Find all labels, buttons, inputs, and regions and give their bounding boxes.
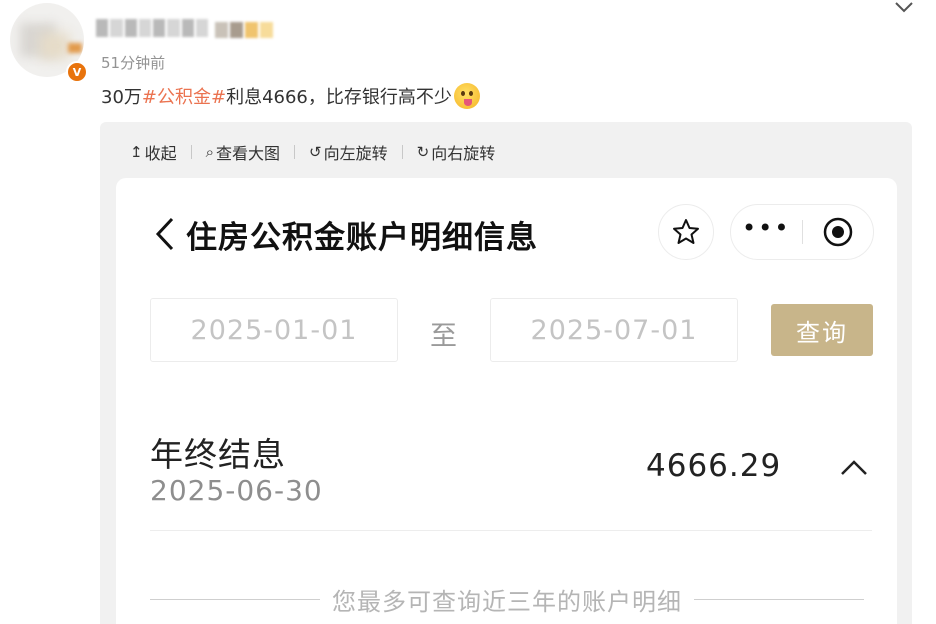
close-target-icon xyxy=(803,217,874,247)
rotate-left-button[interactable]: ↺ 向左旋转 xyxy=(309,140,388,164)
view-large-button[interactable]: ⌕ 查看大图 xyxy=(206,140,280,164)
view-large-label: 查看大图 xyxy=(216,144,281,163)
notice-text: 您最多可查询近三年的账户明细 xyxy=(332,588,682,616)
collapse-button[interactable]: ↥ 收起 xyxy=(130,140,177,164)
chevron-up-icon xyxy=(841,460,867,475)
record-date: 2025-06-30 xyxy=(150,474,323,507)
post-text-suffix: 利息4666，比存银行高不少 xyxy=(226,87,452,108)
start-date-field: 2025-01-01 xyxy=(150,298,398,362)
rotate-right-button[interactable]: ↻ 向右旋转 xyxy=(417,140,496,164)
post-content: 30万 #公积金# 利息4666，比存银行高不少 xyxy=(101,83,480,109)
image-viewer: ↥ 收起 ⌕ 查看大图 ↺ 向左旋转 ↻ 向右旋转 住房公积金账户明细信息 ••… xyxy=(100,122,912,624)
end-date-field: 2025-07-01 xyxy=(490,298,738,362)
notice-line-right xyxy=(694,599,864,600)
verified-badge-icon: V xyxy=(66,61,88,83)
author-tag-blurred xyxy=(215,22,273,38)
rotate-left-icon: ↺ xyxy=(309,143,322,161)
screenshot-image[interactable]: 住房公积金账户明细信息 ••• 2025-01-01 至 2025-07-01 … xyxy=(116,178,897,624)
miniapp-capsule: ••• xyxy=(730,204,874,260)
back-arrow-icon xyxy=(155,217,174,251)
toolbar-divider xyxy=(401,145,403,159)
record-title: 年终结息 xyxy=(150,435,286,474)
rotate-right-icon: ↻ xyxy=(416,143,430,161)
post-timestamp[interactable]: 51分钟前 xyxy=(101,52,165,73)
notice-line-left xyxy=(150,599,320,600)
viewer-toolbar: ↥ 收起 ⌕ 查看大图 ↺ 向左旋转 ↻ 向右旋转 xyxy=(130,140,495,164)
tongue-out-face-emoji-icon xyxy=(453,83,480,109)
rotate-right-label: 向右旋转 xyxy=(431,144,496,163)
more-dots-icon: ••• xyxy=(742,214,791,242)
toolbar-divider xyxy=(294,145,296,159)
query-limit-notice: 您最多可查询近三年的账户明细 xyxy=(150,582,864,617)
row-divider xyxy=(150,530,872,531)
favorite-button xyxy=(658,204,714,260)
post-text-prefix: 30万 xyxy=(101,87,142,108)
hashtag-link[interactable]: #公积金# xyxy=(142,83,226,109)
collapse-icon: ↥ xyxy=(130,143,143,161)
toolbar-divider xyxy=(190,145,192,159)
collapse-label: 收起 xyxy=(144,144,177,163)
zoom-icon: ⌕ xyxy=(205,143,214,161)
star-icon xyxy=(673,219,699,244)
author-name-blurred[interactable] xyxy=(96,19,208,37)
query-button: 查询 xyxy=(771,304,873,356)
page-title: 住房公积金账户明细信息 xyxy=(186,220,538,256)
rotate-left-label: 向左旋转 xyxy=(323,144,388,163)
date-range-separator: 至 xyxy=(430,321,457,352)
chevron-down-icon[interactable] xyxy=(894,0,914,18)
record-amount: 4666.29 xyxy=(646,448,782,484)
author-avatar[interactable]: V xyxy=(10,3,88,83)
